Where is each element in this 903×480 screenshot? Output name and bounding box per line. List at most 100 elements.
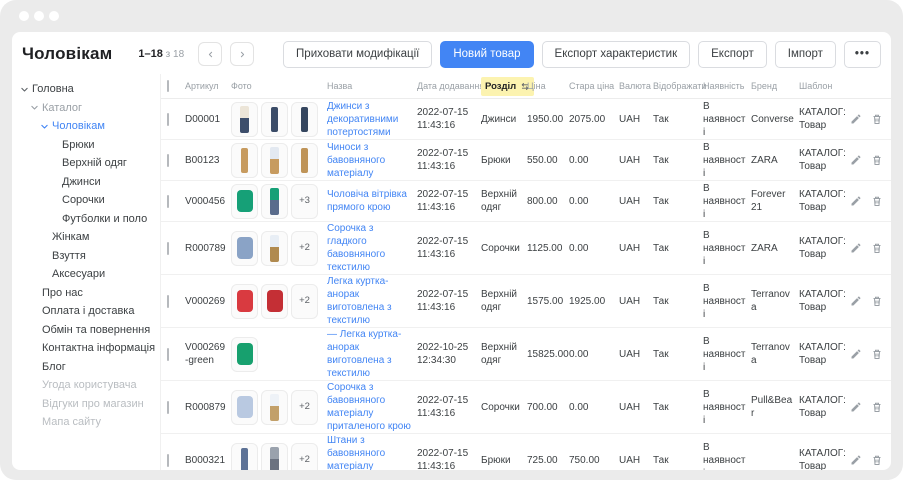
- edit-button[interactable]: [850, 348, 862, 361]
- row-checkbox[interactable]: [167, 242, 169, 255]
- delete-button[interactable]: [871, 113, 883, 126]
- product-link[interactable]: Сорочка з гладкого бавовняного текстилю: [327, 223, 385, 273]
- price-cell: 800.00: [527, 195, 569, 208]
- sidebar-item[interactable]: Верхній одяг: [12, 154, 160, 173]
- sidebar-item[interactable]: Джинси: [12, 173, 160, 192]
- row-checkbox[interactable]: [167, 295, 169, 308]
- sku-cell: D00001: [185, 113, 231, 126]
- more-photos-badge[interactable]: +2: [291, 443, 318, 471]
- edit-button[interactable]: [850, 295, 862, 308]
- new-product-button[interactable]: Новий товар: [440, 41, 533, 68]
- more-actions-button[interactable]: •••: [844, 41, 881, 68]
- table-row[interactable]: V000269+2Легка куртка-анорак виготовлена…: [161, 275, 891, 328]
- sidebar-item[interactable]: Контактна інформація: [12, 339, 160, 358]
- more-photos-badge[interactable]: +3: [291, 184, 318, 219]
- price-cell: 1950.00: [527, 113, 569, 126]
- pagination-total: з 18: [166, 49, 185, 60]
- table-row[interactable]: B00123Чиноси з бавовняного матеріалу2022…: [161, 140, 891, 181]
- table-row[interactable]: B000321+2Штани з бавовняного матеріалу п…: [161, 434, 891, 470]
- product-photo[interactable]: [261, 284, 288, 319]
- edit-button[interactable]: [850, 113, 862, 126]
- template-cell: КАТАЛОГ: Товар: [799, 447, 851, 470]
- row-checkbox[interactable]: [167, 348, 169, 361]
- sidebar-item[interactable]: Головна: [12, 80, 160, 99]
- product-photo[interactable]: [261, 390, 288, 425]
- export-button[interactable]: Експорт: [698, 41, 767, 68]
- product-photo[interactable]: [261, 143, 288, 178]
- sidebar-item[interactable]: Блог: [12, 358, 160, 377]
- more-photos-badge[interactable]: +2: [291, 390, 318, 425]
- sidebar-item[interactable]: Обмін та повернення: [12, 321, 160, 340]
- edit-button[interactable]: [850, 154, 862, 167]
- hide-modifications-button[interactable]: Приховати модифікації: [283, 41, 432, 68]
- currency-cell: UAH: [619, 348, 653, 361]
- product-photo[interactable]: [261, 443, 288, 471]
- product-link[interactable]: Штани з бавовняного матеріалу прямого кр…: [327, 435, 390, 470]
- product-photo[interactable]: [261, 102, 288, 137]
- product-photo[interactable]: [231, 390, 258, 425]
- delete-button[interactable]: [871, 295, 883, 308]
- more-photos-badge[interactable]: +2: [291, 231, 318, 266]
- sidebar-item[interactable]: Мапа сайту: [12, 413, 160, 432]
- sidebar-item[interactable]: Аксесуари: [12, 265, 160, 284]
- table-row[interactable]: V000456+3Чоловіча вітрівка прямого крою2…: [161, 181, 891, 222]
- product-link[interactable]: — Легка куртка-анорак виготовлена з текс…: [327, 329, 401, 379]
- product-photo[interactable]: [261, 184, 288, 219]
- row-checkbox[interactable]: [167, 454, 169, 467]
- delete-button[interactable]: [871, 154, 883, 167]
- edit-button[interactable]: [850, 195, 862, 208]
- edit-button[interactable]: [850, 454, 862, 467]
- table-row[interactable]: R000789+2Сорочка з гладкого бавовняного …: [161, 222, 891, 275]
- next-page-button[interactable]: [230, 42, 254, 66]
- sidebar-item[interactable]: Брюки: [12, 136, 160, 155]
- product-photo[interactable]: [231, 443, 258, 471]
- row-checkbox[interactable]: [167, 401, 169, 414]
- delete-button[interactable]: [871, 195, 883, 208]
- delete-button[interactable]: [871, 348, 883, 361]
- product-photo[interactable]: [231, 337, 258, 372]
- delete-button[interactable]: [871, 454, 883, 467]
- sidebar-item[interactable]: Про нас: [12, 284, 160, 303]
- product-link[interactable]: Легка куртка-анорак виготовлена з тексти…: [327, 276, 392, 326]
- delete-button[interactable]: [871, 401, 883, 414]
- sidebar-item[interactable]: Відгуки про магазин: [12, 395, 160, 414]
- old_price-cell: 0.00: [569, 348, 619, 361]
- select-all-checkbox[interactable]: [167, 80, 169, 92]
- column-header-section[interactable]: Розділ: [481, 77, 527, 96]
- row-checkbox[interactable]: [167, 195, 169, 208]
- sidebar-item[interactable]: Угода користувача: [12, 376, 160, 395]
- sidebar-item-label: Брюки: [62, 139, 95, 151]
- product-link[interactable]: Сорочка з бавовняного матеріалу притален…: [327, 382, 411, 432]
- product-photo[interactable]: [291, 102, 318, 137]
- column-header-currency: Валюта: [619, 81, 653, 91]
- product-link[interactable]: Джинси з декоративними потертостями: [327, 101, 398, 138]
- product-photo[interactable]: [231, 102, 258, 137]
- product-photo[interactable]: [261, 231, 288, 266]
- table-row[interactable]: V000269-green— Легка куртка-анорак вигот…: [161, 328, 891, 381]
- sidebar-item[interactable]: Чоловікам: [12, 117, 160, 136]
- sidebar-item[interactable]: Взуття: [12, 247, 160, 266]
- edit-button[interactable]: [850, 401, 862, 414]
- sidebar-item[interactable]: Футболки и поло: [12, 210, 160, 229]
- product-link[interactable]: Чоловіча вітрівка прямого крою: [327, 189, 407, 213]
- sidebar-item[interactable]: Каталог: [12, 99, 160, 118]
- sidebar-item[interactable]: Сорочки: [12, 191, 160, 210]
- prev-page-button[interactable]: [198, 42, 222, 66]
- sidebar-item[interactable]: Жінкам: [12, 228, 160, 247]
- import-button[interactable]: Імпорт: [775, 41, 836, 68]
- row-checkbox[interactable]: [167, 154, 169, 167]
- product-photo[interactable]: [231, 184, 258, 219]
- table-row[interactable]: D00001 Джинси з декоративними потертостям…: [161, 99, 891, 140]
- table-row[interactable]: R000879+2Сорочка з бавовняного матеріалу…: [161, 381, 891, 434]
- edit-button[interactable]: [850, 242, 862, 255]
- product-photo[interactable]: [231, 143, 258, 178]
- product-photo[interactable]: [291, 143, 318, 178]
- product-photo[interactable]: [231, 284, 258, 319]
- row-checkbox[interactable]: [167, 113, 169, 126]
- sidebar-item[interactable]: Оплата і доставка: [12, 302, 160, 321]
- product-photo[interactable]: [231, 231, 258, 266]
- delete-button[interactable]: [871, 242, 883, 255]
- export-characteristics-button[interactable]: Експорт характеристик: [542, 41, 691, 68]
- product-link[interactable]: Чиноси з бавовняного матеріалу: [327, 142, 385, 179]
- more-photos-badge[interactable]: +2: [291, 284, 318, 319]
